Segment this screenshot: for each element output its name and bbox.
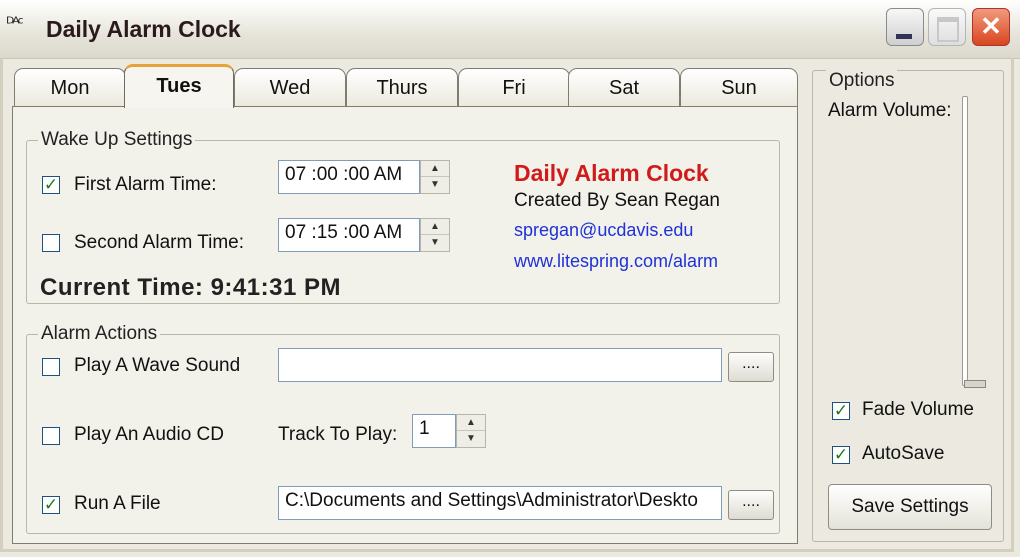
first-alarm-label: First Alarm Time: <box>74 174 217 195</box>
close-button[interactable]: ✕ <box>972 8 1010 46</box>
second-alarm-checkbox[interactable] <box>42 234 60 252</box>
options-group <box>812 70 1004 542</box>
volume-slider[interactable] <box>962 96 968 386</box>
run-file-checkbox[interactable]: ✓ <box>42 496 60 514</box>
run-file-path-input[interactable]: C:\Documents and Settings\Administrator\… <box>278 486 722 520</box>
wake-up-settings-legend: Wake Up Settings <box>38 129 196 151</box>
tab-wed[interactable]: Wed <box>234 68 346 106</box>
window-title: Daily Alarm Clock <box>46 16 241 42</box>
minimize-button[interactable] <box>886 8 924 46</box>
spin-up-icon[interactable]: ▲ <box>421 219 449 235</box>
play-cd-label: Play An Audio CD <box>74 424 224 445</box>
track-spinner[interactable]: ▲ ▼ <box>456 414 486 448</box>
tab-tues[interactable]: Tues <box>124 64 234 108</box>
about-author: Created By Sean Regan <box>514 190 720 211</box>
second-alarm-time-input[interactable]: 07 :15 :00 AM <box>278 218 420 252</box>
website-link[interactable]: www.litespring.com/alarm <box>514 251 718 272</box>
spin-down-icon[interactable]: ▼ <box>457 431 485 447</box>
spin-down-icon[interactable]: ▼ <box>421 235 449 251</box>
first-alarm-time-input[interactable]: 07 :00 :00 AM <box>278 160 420 194</box>
second-alarm-label: Second Alarm Time: <box>74 232 245 253</box>
tab-fri[interactable]: Fri <box>458 68 570 106</box>
tab-thurs[interactable]: Thurs <box>346 68 458 106</box>
email-link[interactable]: spregan@ucdavis.edu <box>514 220 693 241</box>
track-input[interactable]: 1 <box>412 414 456 448</box>
tab-sat[interactable]: Sat <box>568 68 680 106</box>
wave-browse-button[interactable]: .... <box>728 352 774 382</box>
play-wave-label: Play A Wave Sound <box>74 355 241 376</box>
spin-down-icon[interactable]: ▼ <box>421 177 449 193</box>
first-alarm-time-spinner[interactable]: ▲ ▼ <box>420 160 450 194</box>
tab-mon[interactable]: Mon <box>14 68 126 106</box>
play-cd-checkbox[interactable] <box>42 427 60 445</box>
alarm-actions-legend: Alarm Actions <box>38 323 161 345</box>
autosave-checkbox[interactable]: ✓ <box>832 446 850 464</box>
first-alarm-checkbox[interactable]: ✓ <box>42 176 60 194</box>
close-icon: ✕ <box>980 11 1002 41</box>
options-legend: Options <box>826 70 898 92</box>
fade-volume-label: Fade Volume <box>862 399 974 420</box>
spin-up-icon[interactable]: ▲ <box>457 415 485 431</box>
run-file-browse-button[interactable]: .... <box>728 490 774 520</box>
alarm-volume-label: Alarm Volume: <box>828 100 952 121</box>
wave-path-input[interactable] <box>278 348 722 382</box>
tab-sun[interactable]: Sun <box>680 68 798 106</box>
run-file-label: Run A File <box>74 493 161 514</box>
play-wave-checkbox[interactable] <box>42 358 60 376</box>
fade-volume-checkbox[interactable]: ✓ <box>832 402 850 420</box>
autosave-label: AutoSave <box>862 443 945 464</box>
save-settings-button[interactable]: Save Settings <box>828 484 992 530</box>
spin-up-icon[interactable]: ▲ <box>421 161 449 177</box>
app-icon: ᴰᴬᶜ <box>6 14 24 34</box>
current-time: Current Time: 9:41:31 PM <box>40 274 341 301</box>
volume-slider-thumb[interactable] <box>964 380 986 388</box>
about-title: Daily Alarm Clock <box>514 160 709 186</box>
second-alarm-time-spinner[interactable]: ▲ ▼ <box>420 218 450 252</box>
track-label: Track To Play: <box>278 424 398 445</box>
maximize-button[interactable] <box>928 8 966 46</box>
